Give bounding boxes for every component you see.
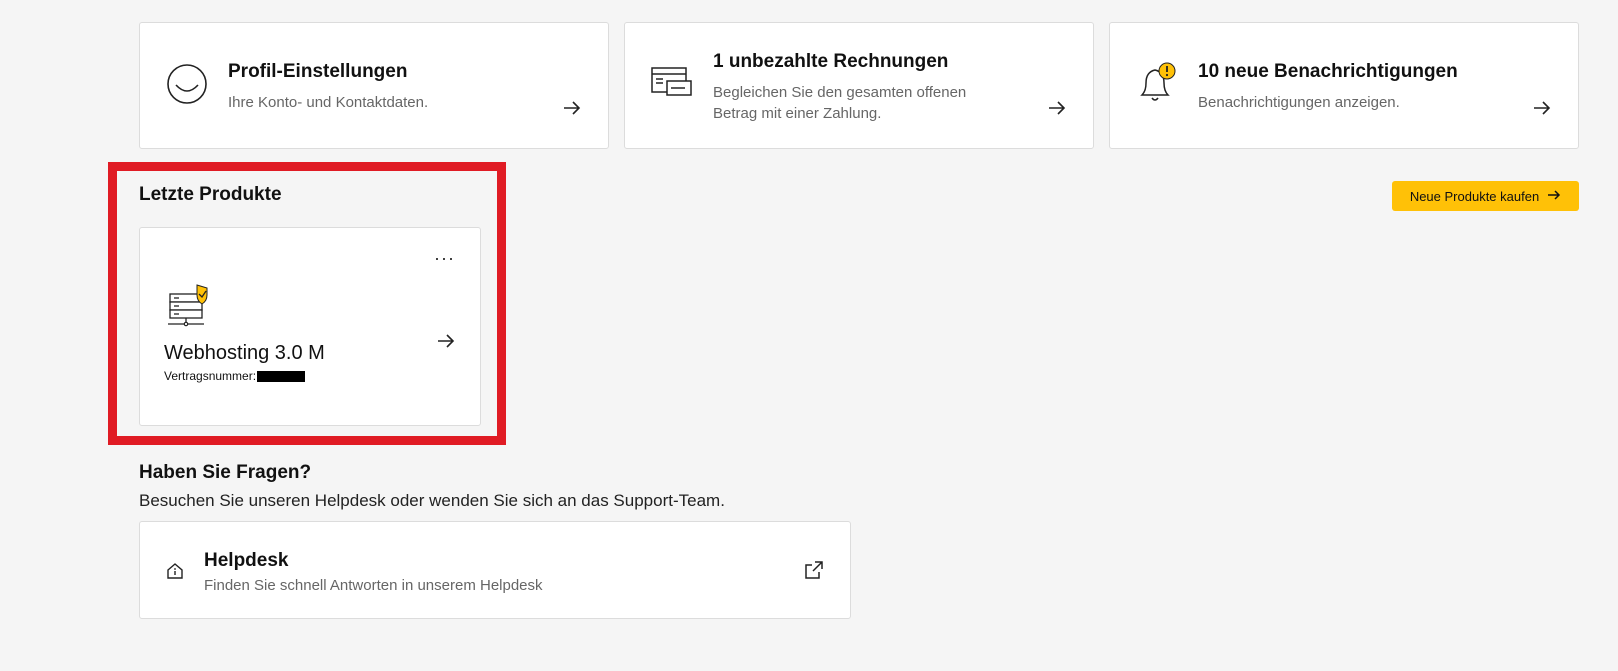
invoice-card-icon [651,65,693,106]
helpdesk-title: Helpdesk [204,550,289,571]
helpdesk-subtitle: Finden Sie schnell Antworten in unserem … [204,577,543,594]
arrow-right-icon[interactable] [562,99,582,122]
more-options-icon[interactable]: ··· [434,248,455,269]
arrow-right-icon [1547,189,1561,204]
card-title: Profil-Einstellungen [228,61,408,82]
recent-products-heading: Letzte Produkte [139,184,282,205]
helpdesk-card[interactable]: Helpdesk Finden Sie schnell Antworten in… [139,521,851,619]
card-title: 1 unbezahlte Rechnungen [713,51,949,72]
bell-alert-icon [1136,61,1180,110]
server-shield-icon [166,284,212,333]
profile-settings-card[interactable]: Profil-Einstellungen Ihre Konto- und Kon… [139,22,609,149]
unpaid-invoices-card[interactable]: 1 unbezahlte Rechnungen Begleichen Sie d… [624,22,1094,149]
card-subtitle: Benachrichtigungen anzeigen. [1198,94,1400,111]
redacted-block [257,371,306,383]
arrow-right-icon[interactable] [436,332,456,355]
arrow-right-icon[interactable] [1532,99,1552,122]
buy-new-products-button[interactable]: Neue Produkte kaufen [1392,181,1579,211]
card-title: 10 neue Benachrichtigungen [1198,61,1458,82]
questions-heading: Haben Sie Fragen? [139,462,312,483]
product-card-webhosting[interactable]: ··· Webhosting 3.0 M Vertragsnummer: [139,227,481,426]
arrow-right-icon[interactable] [1047,99,1067,122]
card-subtitle-line2: Betrag mit einer Zahlung. [713,105,882,122]
contract-number: Vertragsnummer: [164,369,306,383]
product-name: Webhosting 3.0 M [164,342,325,364]
contract-label: Vertragsnummer: [164,369,257,383]
questions-subtitle: Besuchen Sie unseren Helpdesk oder wende… [139,491,725,510]
buy-button-label: Neue Produkte kaufen [1409,188,1540,204]
home-info-icon [166,562,184,585]
smile-icon [166,63,208,110]
notifications-card[interactable]: 10 neue Benachrichtigungen Benachrichtig… [1109,22,1579,149]
card-subtitle: Ihre Konto- und Kontaktdaten. [228,94,429,111]
card-subtitle-line1: Begleichen Sie den gesamten offenen [713,84,967,101]
external-link-icon[interactable] [804,560,824,585]
